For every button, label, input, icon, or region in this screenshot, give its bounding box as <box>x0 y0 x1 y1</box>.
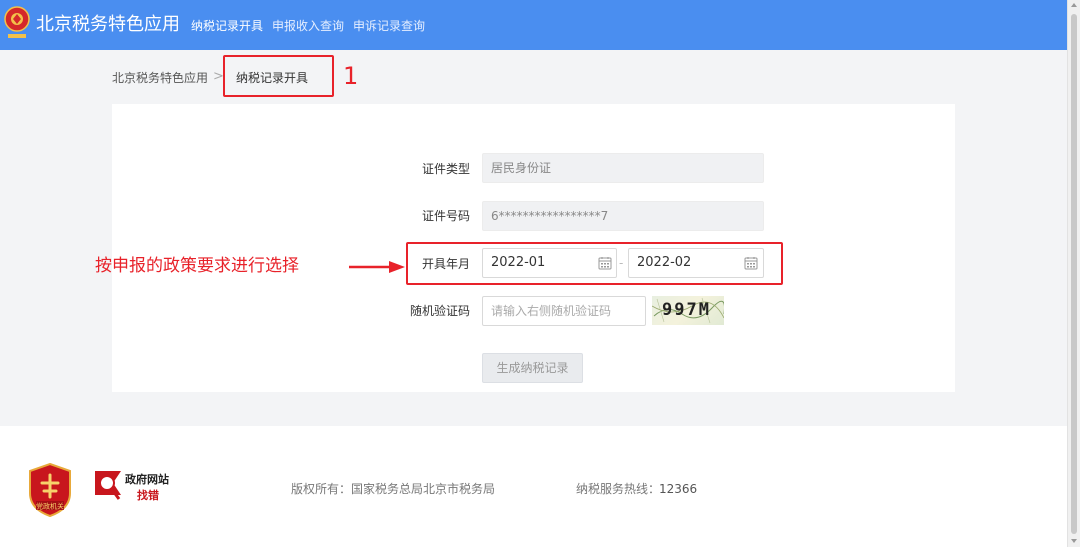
annotation-instruction: 按申报的政策要求进行选择 <box>95 256 299 276</box>
annotation-step-number: 1 <box>343 62 359 90</box>
magnifier-icon <box>95 471 121 500</box>
scroll-down-icon[interactable] <box>1071 539 1077 543</box>
id-type-label: 证件类型 <box>421 162 470 176</box>
hotline-label: 纳税服务热线： <box>576 482 661 496</box>
captcha-text: 997M <box>662 300 711 320</box>
annotation-highlight-breadcrumb <box>223 55 334 97</box>
gov-website-subtitle: 找错 <box>137 489 159 502</box>
captcha-label: 随机验证码 <box>409 304 470 318</box>
nav-income-query[interactable]: 申报收入查询 <box>272 18 344 34</box>
breadcrumb-home[interactable]: 北京税务特色应用 <box>112 70 208 86</box>
hotline-number: 12366 <box>659 482 698 496</box>
gov-website-error-link[interactable]: 政府网站 找错 <box>95 469 185 507</box>
nav-appeal-query[interactable]: 申诉记录查询 <box>353 18 425 34</box>
captcha-input[interactable]: 请输入右侧随机验证码 <box>482 296 646 326</box>
site-title[interactable]: 北京税务特色应用 <box>36 14 180 36</box>
footer: 党政机关 政府网站 找错 版权所有：国家税务总局北京市税务局 纳税服务热线： 1… <box>0 426 1067 547</box>
gov-website-title: 政府网站 <box>125 473 169 486</box>
arrow-right-icon <box>349 261 405 273</box>
id-number-field: 6*****************7 <box>482 201 764 231</box>
scroll-thumb[interactable] <box>1071 14 1077 534</box>
scroll-up-icon[interactable] <box>1071 3 1077 7</box>
copyright-text: 版权所有：国家税务总局北京市税务局 <box>291 482 496 496</box>
vertical-scrollbar[interactable] <box>1067 0 1080 547</box>
captcha-image[interactable]: 997M <box>652 296 724 325</box>
party-badge-text: 党政机关 <box>36 502 64 511</box>
generate-record-button[interactable]: 生成纳税记录 <box>482 353 583 383</box>
id-number-label: 证件号码 <box>421 209 470 223</box>
id-type-field: 居民身份证 <box>482 153 764 183</box>
top-header: 北京税务特色应用 纳税记录开具 申报收入查询 申诉记录查询 <box>0 0 1067 50</box>
party-government-badge-icon[interactable]: 党政机关 <box>28 463 72 517</box>
nav-tax-record[interactable]: 纳税记录开具 <box>191 18 263 34</box>
annotation-highlight-period <box>406 242 783 285</box>
tax-emblem-icon <box>4 6 30 38</box>
